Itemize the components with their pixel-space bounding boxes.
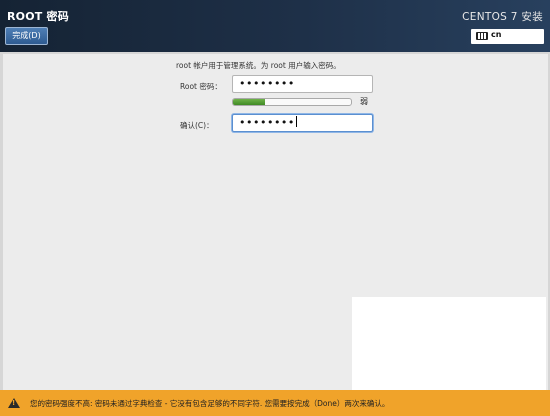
- warning-bar[interactable]: 您的密码强度不高: 密码未通过字典检查 - 它没有包含足够的不同字符. 您需要按…: [0, 390, 550, 416]
- password-strength-bar: [232, 98, 352, 106]
- root-password-field[interactable]: ••••••••: [232, 75, 373, 93]
- keyboard-icon: [476, 32, 488, 40]
- page-title: ROOT 密码: [7, 10, 69, 23]
- keyboard-layout-indicator[interactable]: cn: [471, 29, 544, 44]
- confirm-password-value: ••••••••: [239, 116, 295, 129]
- password-strength-label: 弱: [360, 97, 368, 106]
- confirm-password-label: 确认(C)：: [180, 121, 214, 130]
- keyboard-layout-label: cn: [491, 30, 502, 39]
- installer-window: ROOT 密码 完成(D) CENTOS 7 安装 cn root 帐户用于管理…: [0, 0, 550, 416]
- form-description: root 帐户用于管理系统。为 root 用户输入密码。: [176, 61, 341, 70]
- warning-icon: [8, 398, 20, 408]
- header-bar: ROOT 密码 完成(D) CENTOS 7 安装 cn: [0, 0, 550, 52]
- warning-text: 您的密码强度不高: 密码未通过字典检查 - 它没有包含足够的不同字符. 您需要按…: [30, 399, 390, 408]
- done-button[interactable]: 完成(D): [5, 27, 48, 45]
- product-title: CENTOS 7 安装: [462, 11, 543, 23]
- text-caret: [295, 116, 297, 127]
- password-strength-fill: [233, 99, 265, 105]
- blank-panel: [352, 297, 546, 390]
- confirm-password-field[interactable]: ••••••••: [232, 114, 373, 132]
- root-password-label: Root 密码：: [180, 82, 222, 91]
- root-password-value: ••••••••: [239, 77, 295, 90]
